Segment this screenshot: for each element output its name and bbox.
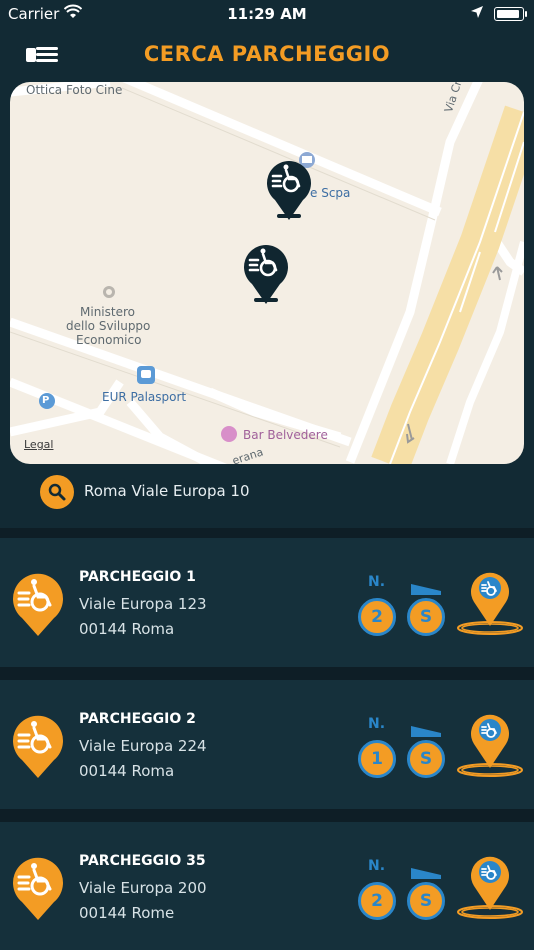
map-label-scpa: e Scpa bbox=[310, 186, 351, 200]
map-label-ministry-1: Ministero bbox=[80, 305, 135, 319]
parking-name: PARCHEGGIO 2 bbox=[79, 711, 196, 727]
search-panel: Ottica Foto Cine e Scpa Ministero dello … bbox=[0, 82, 534, 528]
spots-number-label: N. bbox=[368, 858, 386, 874]
disabled-parking-badge-icon bbox=[10, 856, 66, 922]
slope-flag-icon bbox=[411, 722, 441, 737]
app-header: CERCA PARCHEGGIO bbox=[0, 28, 534, 82]
clock: 11:29 AM bbox=[227, 5, 307, 23]
parking-name: PARCHEGGIO 1 bbox=[79, 569, 196, 585]
map-label-ministry-3: Economico bbox=[76, 333, 142, 347]
parking-street: Viale Europa 123 bbox=[79, 595, 207, 613]
parking-name: PARCHEGGIO 35 bbox=[79, 853, 206, 869]
disabled-parking-pin-icon bbox=[267, 161, 311, 220]
slope-badge: S bbox=[407, 740, 445, 778]
navigate-pin-button[interactable] bbox=[455, 712, 525, 778]
slope-flag-icon bbox=[411, 580, 441, 595]
address-search-field[interactable]: Roma Viale Europa 10 bbox=[40, 475, 500, 509]
disabled-parking-badge-icon bbox=[10, 714, 66, 780]
map-label-bar: Bar Belvedere bbox=[243, 428, 328, 442]
status-bar: Carrier 11:29 AM bbox=[0, 0, 534, 28]
navigate-pin-icon bbox=[457, 714, 523, 777]
parking-card[interactable]: PARCHEGGIO 2 Viale Europa 224 00144 Roma… bbox=[0, 680, 534, 809]
navigate-pin-icon bbox=[457, 856, 523, 919]
map-label-ministry-2: dello Sviluppo bbox=[66, 319, 151, 333]
spots-number-label: N. bbox=[368, 716, 386, 732]
navigate-pin-button[interactable] bbox=[455, 854, 525, 920]
slope-flag-icon bbox=[411, 864, 441, 879]
parking-city: 00144 Roma bbox=[79, 762, 175, 780]
slope-badge: S bbox=[407, 882, 445, 920]
disabled-parking-badge-icon bbox=[10, 572, 66, 638]
parking-street: Viale Europa 200 bbox=[79, 879, 207, 897]
slope-badge: S bbox=[407, 598, 445, 636]
map-view[interactable]: Ottica Foto Cine e Scpa Ministero dello … bbox=[10, 82, 524, 464]
page-title: CERCA PARCHEGGIO bbox=[143, 42, 391, 66]
spots-count-badge: 1 bbox=[358, 740, 396, 778]
parking-city: 00144 Rome bbox=[79, 904, 175, 922]
disabled-parking-pin-icon bbox=[244, 245, 288, 304]
spots-number-label: N. bbox=[368, 574, 386, 590]
legal-link[interactable]: Legal bbox=[24, 438, 53, 451]
parking-p-icon: P bbox=[42, 395, 50, 406]
battery-icon bbox=[494, 7, 527, 21]
spots-count-badge: 2 bbox=[358, 598, 396, 636]
parking-city: 00144 Roma bbox=[79, 620, 175, 638]
parking-card[interactable]: PARCHEGGIO 1 Viale Europa 123 00144 Roma… bbox=[0, 538, 534, 667]
navigate-pin-icon bbox=[457, 572, 523, 635]
parking-card[interactable]: PARCHEGGIO 35 Viale Europa 200 00144 Rom… bbox=[0, 822, 534, 950]
map-label-optics: Ottica Foto Cine bbox=[26, 83, 123, 97]
spots-count-badge: 2 bbox=[358, 882, 396, 920]
map-label-eur: EUR Palasport bbox=[102, 390, 187, 404]
location-arrow-icon bbox=[470, 5, 484, 23]
search-query: Roma Viale Europa 10 bbox=[84, 482, 250, 500]
map-pin-disabled-parking[interactable] bbox=[264, 158, 314, 222]
search-icon[interactable] bbox=[40, 475, 74, 509]
map-pin-disabled-parking[interactable] bbox=[241, 242, 291, 306]
navigate-pin-button[interactable] bbox=[455, 570, 525, 636]
parking-street: Viale Europa 224 bbox=[79, 737, 207, 755]
